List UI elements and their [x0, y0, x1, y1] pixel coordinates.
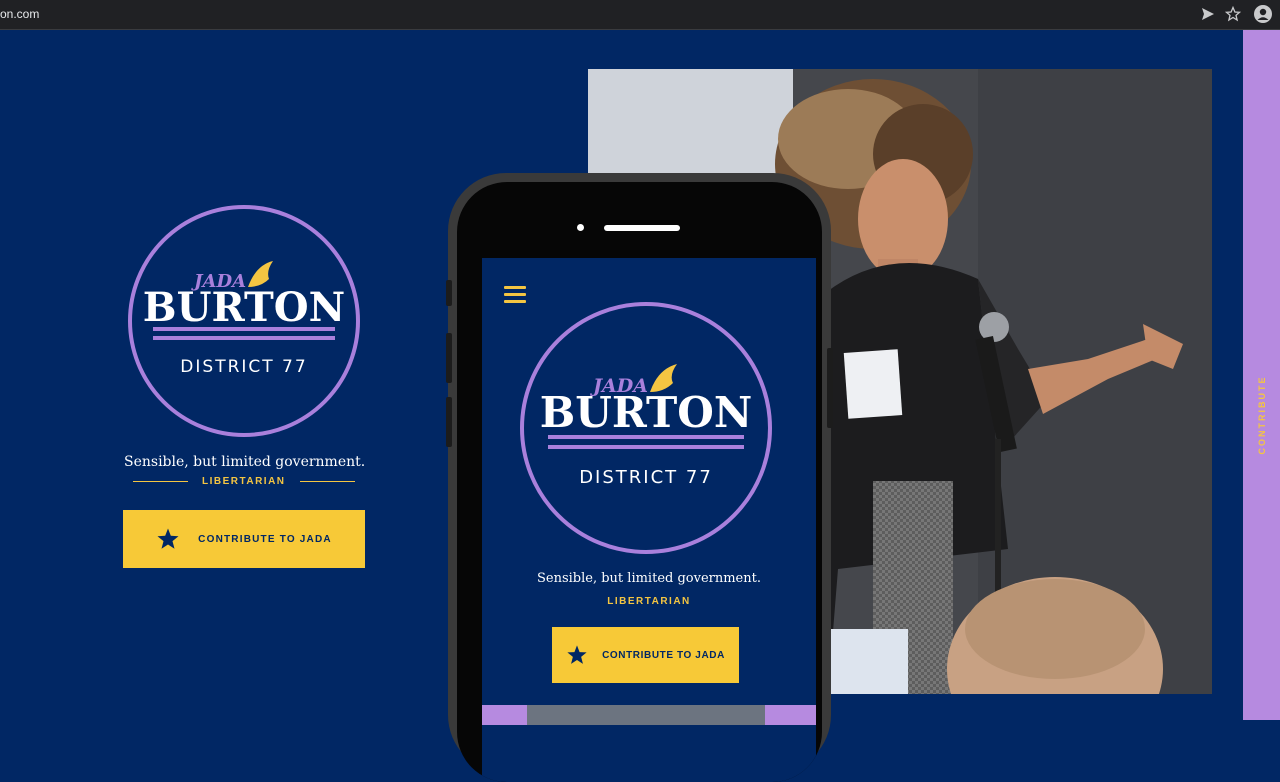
contribute-side-tab-label: CONTRIBUTE: [1256, 375, 1267, 455]
bookmark-star-icon[interactable]: [1225, 6, 1241, 22]
address-bar-url[interactable]: on.com: [0, 7, 39, 21]
contribute-side-tab[interactable]: CONTRIBUTE: [1243, 30, 1280, 720]
mobile-party-label: LIBERTARIAN: [607, 596, 691, 607]
phone-speaker: [604, 225, 680, 231]
party-row: LIBERTARIAN: [133, 476, 355, 487]
mobile-campaign-logo: JADA BURTON DISTRICT 77: [518, 300, 774, 556]
phone-mockup: JADA BURTON DISTRICT 77 Sensible, but li…: [446, 173, 833, 782]
campaign-logo: JADA BURTON DISTRICT 77: [126, 203, 362, 439]
district-text: DISTRICT 77: [180, 357, 307, 377]
tagline: Sensible, but limited government.: [124, 454, 366, 470]
mobile-district-text: DISTRICT 77: [579, 467, 713, 488]
divider-right: [299, 481, 355, 482]
divider-left: [133, 481, 188, 482]
mobile-star-icon: [567, 645, 587, 664]
last-name-text: BURTON: [143, 284, 345, 331]
phone-mute-switch: [446, 280, 452, 306]
mobile-contribute-button-label: CONTRIBUTE TO JADA: [602, 649, 725, 661]
phone-volume-down: [446, 397, 452, 447]
phone-screen: JADA BURTON DISTRICT 77 Sensible, but li…: [482, 258, 816, 782]
mobile-tagline: Sensible, but limited government.: [537, 571, 761, 586]
party-label: LIBERTARIAN: [202, 476, 286, 487]
send-icon[interactable]: [1200, 6, 1216, 22]
mobile-photo-strip: [482, 705, 816, 725]
phone-power-button: [827, 348, 833, 428]
star-icon: [157, 528, 179, 549]
contribute-button[interactable]: CONTRIBUTE TO JADA: [123, 510, 365, 568]
phone-volume-up: [446, 333, 452, 383]
phone-body: JADA BURTON DISTRICT 77 Sensible, but li…: [457, 182, 822, 782]
profile-avatar-icon[interactable]: [1254, 5, 1272, 23]
phone-camera: [577, 224, 584, 231]
browser-toolbar: on.com: [0, 0, 1280, 30]
mobile-last-name-text: BURTON: [540, 388, 753, 437]
contribute-button-label: CONTRIBUTE TO JADA: [198, 533, 332, 545]
mobile-contribute-button[interactable]: CONTRIBUTE TO JADA: [552, 627, 739, 683]
